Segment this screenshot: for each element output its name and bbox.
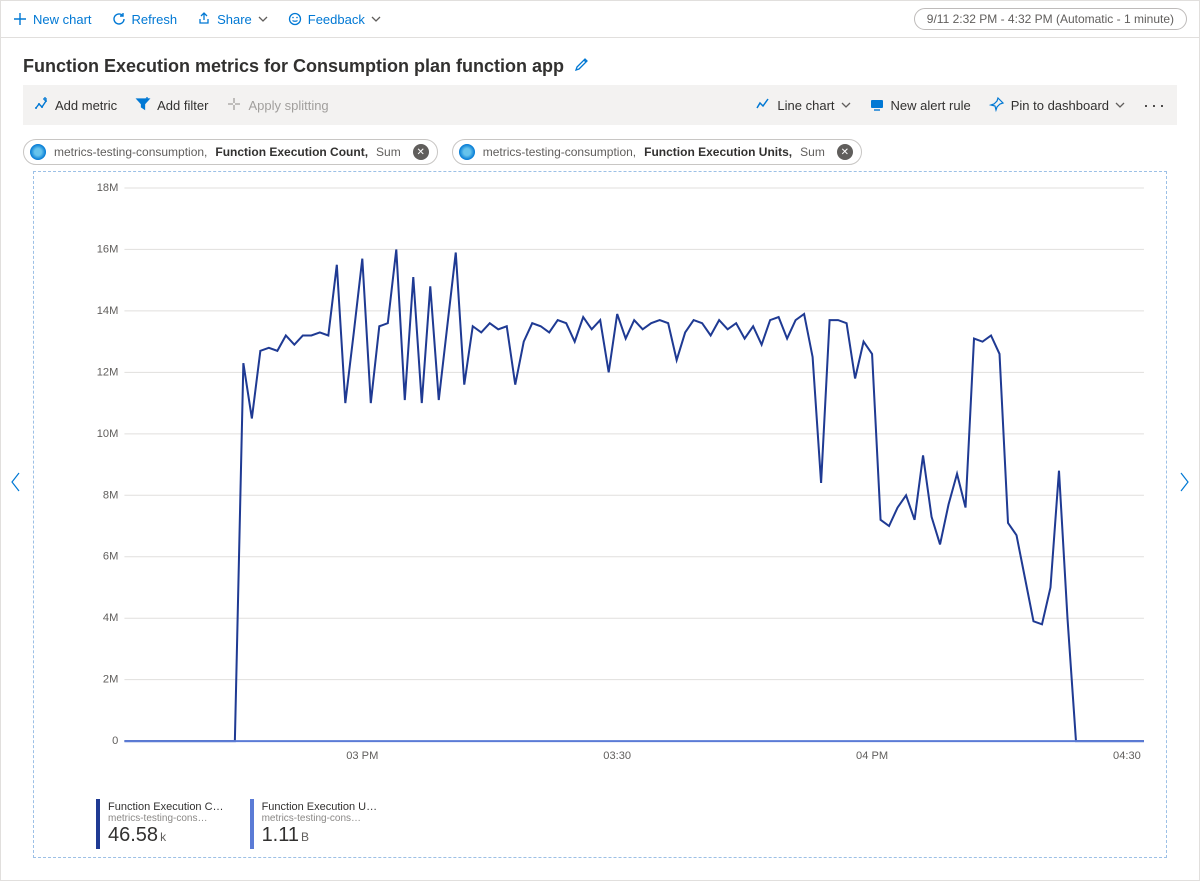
svg-text:04:30: 04:30 [1113, 750, 1141, 762]
new-chart-label: New chart [33, 12, 92, 27]
apply-splitting-button: Apply splitting [226, 96, 328, 115]
chevron-down-icon [1115, 100, 1125, 110]
metric-pill[interactable]: metrics-testing-consumption, Function Ex… [23, 139, 438, 165]
add-filter-label: Add filter [157, 98, 208, 113]
chart-title: Function Execution metrics for Consumpti… [23, 56, 564, 77]
chevron-down-icon [841, 100, 851, 110]
chart-toolbar: Add metric Add filter Apply splitting Li… [23, 85, 1177, 125]
top-command-bar: New chart Refresh Share Feedback 9/11 2:… [1, 1, 1199, 38]
add-metric-label: Add metric [55, 98, 117, 113]
svg-text:6M: 6M [103, 551, 118, 563]
legend-value: 1.11B [262, 824, 378, 847]
add-filter-button[interactable]: Add filter [135, 96, 208, 115]
add-metric-icon [33, 96, 49, 115]
pill-aggregation: Sum [800, 145, 825, 159]
legend-item[interactable]: Function Execution C… metrics-testing-co… [96, 799, 232, 849]
pill-resource: metrics-testing-consumption, [483, 145, 636, 159]
chevron-right-icon [1177, 473, 1191, 498]
svg-text:8M: 8M [103, 489, 118, 501]
feedback-label: Feedback [308, 12, 365, 27]
share-label: Share [217, 12, 252, 27]
pencil-icon [574, 56, 590, 76]
chart-legend: Function Execution C… metrics-testing-co… [96, 799, 385, 849]
chevron-left-icon [9, 473, 23, 498]
refresh-icon [112, 12, 126, 26]
pin-icon [989, 96, 1005, 115]
chart-type-label: Line chart [777, 98, 834, 113]
svg-text:16M: 16M [97, 243, 119, 255]
feedback-button[interactable]: Feedback [288, 12, 381, 27]
legend-resource-name: metrics-testing-cons… [108, 813, 224, 824]
metric-pills-row: metrics-testing-consumption, Function Ex… [1, 125, 1199, 173]
filter-icon [135, 96, 151, 115]
metrics-explorer-page: New chart Refresh Share Feedback 9/11 2:… [0, 0, 1200, 881]
metric-pill[interactable]: metrics-testing-consumption, Function Ex… [452, 139, 862, 165]
svg-text:03 PM: 03 PM [346, 750, 378, 762]
remove-pill-button[interactable]: ✕ [413, 144, 429, 160]
chart-plot-area[interactable]: 0 2M 4M 6M 8M 10M 12M 14M 16M 18M 03 PM 03:30 04 PM 0… [80, 182, 1150, 765]
legend-resource-name: metrics-testing-cons… [262, 813, 378, 824]
chart-title-bar: Function Execution metrics for Consumpti… [1, 38, 1199, 85]
edit-title-button[interactable] [574, 56, 590, 77]
close-icon: ✕ [417, 147, 425, 158]
plus-icon [13, 12, 27, 26]
pill-metric: Function Execution Count, [215, 145, 368, 159]
share-icon [197, 12, 211, 26]
legend-item[interactable]: Function Execution U… metrics-testing-co… [250, 799, 386, 849]
ellipsis-icon: ··· [1143, 95, 1167, 115]
legend-series-name: Function Execution U… [262, 801, 378, 813]
chevron-down-icon [371, 14, 381, 24]
prev-chart-button[interactable] [9, 471, 23, 499]
svg-text:4M: 4M [103, 612, 118, 624]
close-icon: ✕ [841, 147, 849, 158]
share-button[interactable]: Share [197, 12, 268, 27]
pill-metric: Function Execution Units, [644, 145, 792, 159]
refresh-button[interactable]: Refresh [112, 12, 178, 27]
new-alert-rule-button[interactable]: New alert rule [869, 96, 971, 115]
chart-type-button[interactable]: Line chart [755, 96, 850, 115]
svg-text:18M: 18M [97, 182, 119, 194]
svg-text:03:30: 03:30 [603, 750, 631, 762]
pin-label: Pin to dashboard [1011, 98, 1109, 113]
more-menu-button[interactable]: ··· [1143, 95, 1167, 116]
line-chart-icon [755, 96, 771, 115]
line-chart-svg: 0 2M 4M 6M 8M 10M 12M 14M 16M 18M 03 PM 03:30 04 PM 0… [80, 182, 1150, 765]
pin-to-dashboard-button[interactable]: Pin to dashboard [989, 96, 1125, 115]
resource-icon [30, 144, 46, 160]
pill-aggregation: Sum [376, 145, 401, 159]
alert-icon [869, 96, 885, 115]
next-chart-button[interactable] [1177, 471, 1191, 499]
new-chart-button[interactable]: New chart [13, 12, 92, 27]
add-metric-button[interactable]: Add metric [33, 96, 117, 115]
svg-text:0: 0 [112, 735, 118, 747]
svg-text:2M: 2M [103, 674, 118, 686]
new-alert-label: New alert rule [891, 98, 971, 113]
resource-icon [459, 144, 475, 160]
chart-card: 0 2M 4M 6M 8M 10M 12M 14M 16M 18M 03 PM 03:30 04 PM 0… [33, 171, 1167, 858]
legend-series-name: Function Execution C… [108, 801, 224, 813]
refresh-label: Refresh [132, 12, 178, 27]
chevron-down-icon [258, 14, 268, 24]
apply-splitting-label: Apply splitting [248, 98, 328, 113]
legend-value: 46.58k [108, 824, 224, 847]
pill-resource: metrics-testing-consumption, [54, 145, 207, 159]
svg-text:12M: 12M [97, 366, 119, 378]
remove-pill-button[interactable]: ✕ [837, 144, 853, 160]
split-icon [226, 96, 242, 115]
time-range-picker[interactable]: 9/11 2:32 PM - 4:32 PM (Automatic - 1 mi… [914, 8, 1187, 30]
svg-text:14M: 14M [97, 305, 119, 317]
svg-text:04 PM: 04 PM [856, 750, 888, 762]
svg-text:10M: 10M [97, 428, 119, 440]
smiley-icon [288, 12, 302, 26]
